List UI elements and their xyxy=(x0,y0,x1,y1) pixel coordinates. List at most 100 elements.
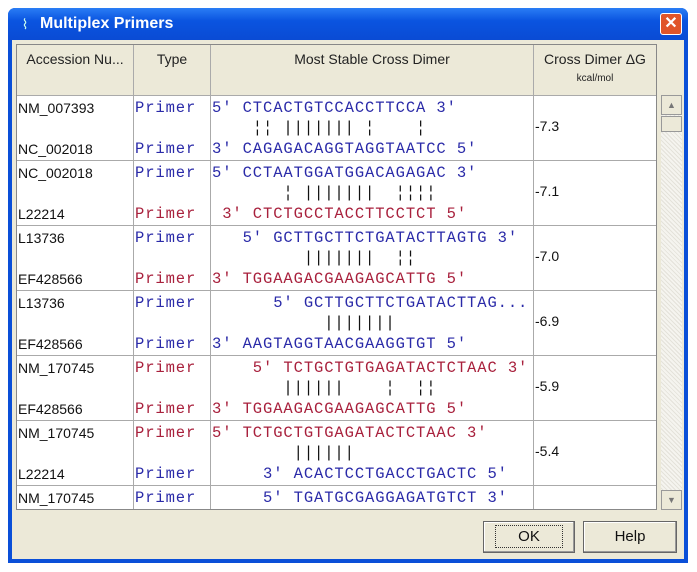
type-cell: Primer Primer xyxy=(134,96,211,161)
delta-g-value: -5.9 xyxy=(535,378,560,394)
accession-number: NM_170745 xyxy=(18,425,95,441)
primer-type: Primer xyxy=(135,465,197,483)
base-pair-alignment: ¦¦ ||||||| ¦ ¦ xyxy=(212,119,427,137)
primer-sequence: 3' ACACTCCTGACCTGACTC 5' xyxy=(212,465,508,483)
delta-g-cell: -5.4 xyxy=(534,421,656,486)
accession-number: NM_007393 xyxy=(18,100,95,116)
primer-type: Primer xyxy=(135,359,197,377)
table-row[interactable]: NM_170745 L22214 Primer Primer 5' TCTGCTGTGA… xyxy=(17,421,656,486)
delta-g-value: -6.9 xyxy=(535,313,560,329)
primer-sequence: 5' TGATGCGAGGAGATGTCT 3' xyxy=(212,489,508,507)
base-pair-alignment: ||||||| ¦¦ xyxy=(212,249,417,267)
accession-number: L13736 xyxy=(18,230,65,246)
primer-sequence: 5' GCTTGCTTCTGATACTTAGTG 3' xyxy=(212,229,519,247)
column-header-accession[interactable]: Accession Nu... xyxy=(17,45,134,96)
table-row[interactable]: NC_002018 L22214 Primer Primer 5' CCTAATGGAT… xyxy=(17,161,656,226)
dimer-cell: 5' GCTTGCTTCTGATACTTAGTG 3' 3' TGGAAGACGA… xyxy=(211,226,534,291)
dna-icon: ⌇ xyxy=(21,16,29,32)
primer-sequence: 5' TCTGCTGTGAGATACTCTAAC 3' xyxy=(212,359,529,377)
dialog-body: Accession Nu... Type Most Stable Cross D… xyxy=(12,40,684,559)
dialog-window: ⌇ Multiplex Primers ✕ Accession Nu... Ty… xyxy=(8,8,688,563)
delta-g-cell: -5.9 xyxy=(534,356,656,421)
primer-sequence: 3' TGGAAGACGAAGAGCATTG 5' xyxy=(212,400,468,418)
base-pair-alignment: ¦ ||||||| ¦¦¦¦ xyxy=(212,184,437,202)
primer-type: Primer xyxy=(135,294,197,312)
primer-sequence: 5' GCTTGCTTCTGATACTTAG... xyxy=(212,294,529,312)
primer-sequence: 5' CTCACTGTCCACCTTCCA 3' xyxy=(212,99,457,117)
delta-g-cell: -7.1 xyxy=(534,161,656,226)
primer-sequence: 5' TCTGCTGTGAGATACTCTAAC 3' xyxy=(212,424,488,442)
primer-type: Primer xyxy=(135,99,197,117)
title-bar[interactable]: ⌇ Multiplex Primers ✕ xyxy=(8,8,688,40)
primer-sequence: 3' CTCTGCCTACCTTCCTCT 5' xyxy=(212,205,468,223)
dimer-cell: 5' GCTTGCTTCTGATACTTAG... 3' AAGTAGGTAACG… xyxy=(211,291,534,356)
close-button[interactable]: ✕ xyxy=(660,13,682,35)
accession-number: EF428566 xyxy=(18,401,83,417)
delta-g-cell xyxy=(534,486,656,509)
dimer-cell: 5' TGATGCGAGGAGATGTCT 3' xyxy=(211,486,534,509)
window-title: Multiplex Primers xyxy=(40,15,174,32)
delta-g-value: -7.0 xyxy=(535,248,560,264)
table-row[interactable]: NM_007393 NC_002018 Primer Primer 5' CTCACTG… xyxy=(17,96,656,161)
accession-cell: NM_170745 EF428566 xyxy=(17,356,134,421)
primer-sequence: 5' CCTAATGGATGGACAGAGAC 3' xyxy=(212,164,478,182)
type-cell: Primer Primer xyxy=(134,356,211,421)
dimer-cell: 5' CCTAATGGATGGACAGAGAC 3' 3' CTCTGCCTAC… xyxy=(211,161,534,226)
delta-g-cell: -7.0 xyxy=(534,226,656,291)
ok-label: OK xyxy=(495,525,563,548)
base-pair-alignment: |||||| ¦ ¦¦ xyxy=(212,379,437,397)
delta-g-value: -5.4 xyxy=(535,443,560,459)
accession-number: EF428566 xyxy=(18,271,83,287)
scroll-thumb[interactable] xyxy=(661,116,682,132)
primer-type: Primer xyxy=(135,270,197,288)
type-cell: Primer Primer xyxy=(134,161,211,226)
delta-g-value: -7.3 xyxy=(535,118,560,134)
primer-type: Primer xyxy=(135,489,197,507)
delta-g-cell: -7.3 xyxy=(534,96,656,161)
table-row[interactable]: NM_170745 EF428566 Primer Primer 5' TCTGCTG… xyxy=(17,356,656,421)
help-button[interactable]: Help xyxy=(583,521,677,553)
accession-number: NC_002018 xyxy=(18,165,93,181)
primer-sequence: 3' TGGAAGACGAAGAGCATTG 5' xyxy=(212,270,468,288)
table-row[interactable]: NM_170745 Primer 5' TGATGCGAGGAGATGTCT 3' xyxy=(17,486,656,509)
accession-number: L22214 xyxy=(18,206,65,222)
accession-number: NM_170745 xyxy=(18,490,95,506)
accession-cell: L13736 EF428566 xyxy=(17,226,134,291)
accession-cell: NM_007393 NC_002018 xyxy=(17,96,134,161)
dimer-cell: 5' TCTGCTGTGAGATACTCTAAC 3' 3' ACACTCCTG… xyxy=(211,421,534,486)
primer-type: Primer xyxy=(135,205,197,223)
ok-button[interactable]: OK xyxy=(483,521,575,553)
scroll-down-arrow-icon[interactable]: ▼ xyxy=(661,490,682,510)
column-header-type[interactable]: Type xyxy=(134,45,211,96)
accession-number: L13736 xyxy=(18,295,65,311)
delta-g-cell: -6.9 xyxy=(534,291,656,356)
primer-sequence: 3' AAGTAGGTAACGAAGGTGT 5' xyxy=(212,335,468,353)
accession-cell: NM_170745 L22214 xyxy=(17,421,134,486)
primer-type: Primer xyxy=(135,400,197,418)
scroll-up-arrow-icon[interactable]: ▲ xyxy=(661,95,682,115)
results-table: Accession Nu... Type Most Stable Cross D… xyxy=(16,44,657,510)
delta-g-value: -7.1 xyxy=(535,183,560,199)
type-cell: Primer Primer xyxy=(134,226,211,291)
type-cell: Primer Primer xyxy=(134,421,211,486)
primer-type: Primer xyxy=(135,164,197,182)
primer-type: Primer xyxy=(135,335,197,353)
accession-cell: NC_002018 L22214 xyxy=(17,161,134,226)
primer-type: Primer xyxy=(135,229,197,247)
delta-g-unit: kcal/mol xyxy=(576,73,614,84)
table-row[interactable]: L13736 EF428566 Primer Primer 5' GCTTGCTTCT… xyxy=(17,291,656,356)
primer-type: Primer xyxy=(135,424,197,442)
vertical-scrollbar[interactable]: ▲ ▼ xyxy=(661,95,682,510)
column-header-cross-dimer[interactable]: Most Stable Cross Dimer xyxy=(211,45,534,96)
base-pair-alignment: ||||||| xyxy=(212,314,396,332)
column-header-delta-g[interactable]: Cross Dimer ΔG kcal/mol xyxy=(534,45,656,96)
type-cell: Primer xyxy=(134,486,211,509)
base-pair-alignment: |||||| xyxy=(212,444,355,462)
type-cell: Primer Primer xyxy=(134,291,211,356)
table-row[interactable]: L13736 EF428566 Primer Primer 5' GCTTGCTTCT… xyxy=(17,226,656,291)
accession-number: NM_170745 xyxy=(18,360,95,376)
accession-number: L22214 xyxy=(18,466,65,482)
accession-number: NC_002018 xyxy=(18,141,93,157)
primer-sequence: 3' CAGAGACAGGTAGGTAATCC 5' xyxy=(212,140,478,158)
accession-number: EF428566 xyxy=(18,336,83,352)
